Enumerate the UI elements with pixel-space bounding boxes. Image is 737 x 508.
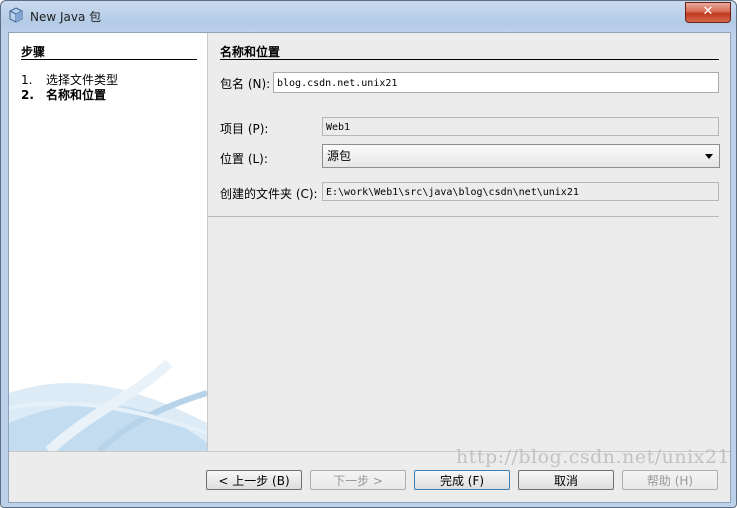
finish-button[interactable]: 完成 (F) — [414, 470, 510, 490]
step-label: 选择文件类型 — [46, 73, 119, 87]
panel-divider — [220, 59, 719, 60]
project-label: 项目 (P): — [220, 122, 269, 136]
created-folder-field: E:\work\Web1\src\java\blog\csdn\net\unix… — [322, 182, 719, 201]
dropdown-arrow-icon — [705, 154, 713, 159]
panel-title: 名称和位置 — [220, 45, 281, 59]
location-label: 位置 (L): — [220, 152, 268, 166]
decorative-swoosh-image — [9, 359, 207, 451]
location-select[interactable]: 源包 — [322, 144, 720, 168]
title-bar[interactable]: New Java 包 ✕ — [1, 1, 736, 31]
new-java-package-dialog: New Java 包 ✕ 步骤 1. 选择文件类型 2. 名称和位置 名称和位置 — [0, 0, 737, 508]
location-selected-value: 源包 — [327, 149, 352, 163]
java-package-icon — [9, 7, 23, 23]
package-name-label: 包名 (N): — [220, 77, 271, 91]
window-title: New Java 包 — [30, 10, 102, 24]
package-name-input[interactable]: blog.csdn.net.unix21 — [273, 72, 719, 93]
cancel-button[interactable]: 取消 — [518, 470, 614, 490]
step-number: 1. — [21, 73, 33, 87]
help-button[interactable]: 帮助 (H) — [622, 470, 718, 490]
close-button[interactable]: ✕ — [685, 2, 731, 23]
back-button[interactable]: < 上一步 (B) — [206, 470, 302, 490]
step-label: 名称和位置 — [46, 88, 107, 102]
footer-divider — [9, 451, 730, 452]
steps-panel: 步骤 1. 选择文件类型 2. 名称和位置 — [9, 33, 208, 451]
next-button[interactable]: 下一步 > — [310, 470, 406, 490]
close-icon: ✕ — [702, 4, 714, 19]
step-item-2-current: 2. 名称和位置 — [21, 86, 106, 103]
steps-title: 步骤 — [21, 45, 46, 59]
form-divider — [208, 216, 719, 217]
created-folder-label: 创建的文件夹 (C): — [220, 187, 318, 201]
step-number: 2. — [21, 88, 34, 102]
name-location-panel: 名称和位置 包名 (N): blog.csdn.net.unix21 项目 (P… — [208, 33, 730, 451]
project-field: Web1 — [322, 117, 719, 136]
steps-divider — [21, 59, 197, 60]
dialog-client-area: 步骤 1. 选择文件类型 2. 名称和位置 名称和位置 包名 (N): blog.c… — [8, 32, 731, 503]
